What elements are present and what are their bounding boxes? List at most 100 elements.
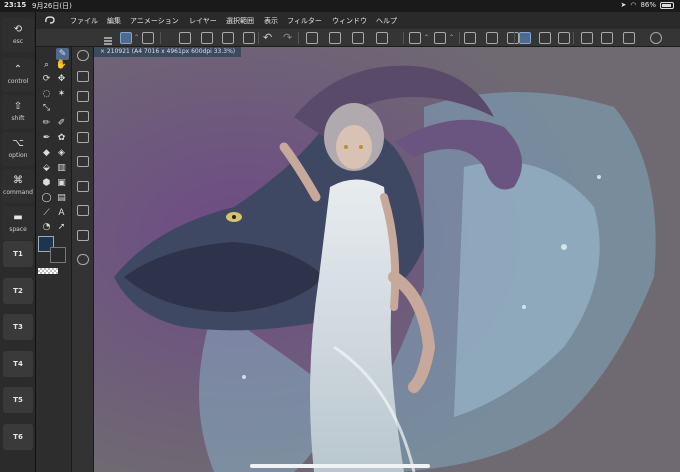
drawing-canvas[interactable] — [94, 47, 680, 472]
layer-property-icon[interactable] — [142, 32, 154, 44]
save-to-cloud-icon[interactable] — [623, 32, 635, 44]
ellipse-tool-icon[interactable]: ◯ — [40, 192, 53, 204]
open-file-icon[interactable] — [201, 32, 213, 44]
option-icon: ⌥ — [12, 138, 24, 149]
decoration-tool-icon[interactable]: ✿ — [55, 132, 68, 144]
airbrush-icon[interactable]: ✒ — [40, 132, 53, 144]
menu-layer[interactable]: レイヤー — [189, 16, 217, 26]
side-command-bar — [72, 47, 94, 472]
tab-key-t2[interactable]: T2 — [3, 278, 33, 304]
command-key[interactable]: ⌘ command — [2, 169, 34, 203]
navigator-icon[interactable] — [77, 50, 89, 61]
stabilizer-icon[interactable] — [519, 32, 531, 44]
option-key[interactable]: ⌥ option — [2, 132, 34, 166]
fill-tool-icon[interactable]: ⬙ — [40, 162, 53, 174]
export-icon[interactable] — [243, 32, 255, 44]
vector-icon[interactable] — [581, 32, 593, 44]
battery-percent: 86% — [640, 1, 656, 9]
shift-icon: ⇧ — [13, 101, 23, 112]
tab-key-t6[interactable]: T6 — [3, 424, 33, 450]
layer-panel-icon[interactable] — [77, 71, 89, 82]
transparent-color-swatch[interactable] — [38, 268, 58, 274]
tab-key-t3[interactable]: T3 — [3, 314, 33, 340]
space-icon: ▬ — [13, 212, 23, 223]
brush-size-icon[interactable] — [486, 32, 498, 44]
color-wheel-icon[interactable] — [77, 132, 89, 143]
save-icon[interactable] — [222, 32, 234, 44]
text-tool-icon[interactable]: A — [55, 207, 68, 219]
space-label: space — [9, 226, 27, 233]
menu-filter[interactable]: フィルター — [287, 16, 322, 26]
lasso-tool-icon[interactable]: ◌ — [40, 88, 53, 100]
menu-file[interactable]: ファイル — [70, 16, 98, 26]
chevron-updown-icon[interactable]: ⌃ — [134, 32, 140, 44]
history-panel-icon[interactable] — [77, 254, 89, 265]
eyedropper-icon[interactable]: ⤡ — [40, 102, 53, 114]
menu-animation[interactable]: アニメーション — [130, 16, 179, 26]
new-layer-icon[interactable] — [120, 32, 132, 44]
ruler-icon[interactable] — [409, 32, 421, 44]
menu-view[interactable]: 表示 — [264, 16, 278, 26]
balloon-tool-icon[interactable]: ◔ — [40, 221, 53, 233]
blend-tool-icon[interactable]: ◈ — [55, 147, 68, 159]
correction-tool-icon[interactable]: ➚ — [55, 221, 68, 233]
control-key[interactable]: ⌃ control — [2, 58, 34, 92]
sub-tool-panel-icon[interactable] — [77, 156, 89, 167]
snap-icon[interactable] — [434, 32, 446, 44]
eraser-tool-icon[interactable]: ◆ — [40, 147, 53, 159]
layer-property-panel-icon[interactable] — [77, 91, 89, 102]
brush-panel-icon[interactable] — [77, 111, 89, 122]
command-toolbar: ⌃ ↶ ↷ ⌃ ⌃ — [36, 29, 680, 47]
chevron-updown-icon[interactable]: ⌃ — [424, 32, 430, 44]
canvas-tab[interactable]: × 210921 (A4 7016 x 4961px 600dpi 33.3%) — [94, 47, 242, 57]
hand-tool-icon[interactable]: ✋ — [55, 59, 68, 71]
figure-tool-icon[interactable]: ▣ — [55, 177, 68, 189]
bucket-tool-icon[interactable]: ⬢ — [40, 177, 53, 189]
menu-window[interactable]: ウィンドウ — [332, 16, 367, 26]
rotate-tool-icon[interactable]: ⟳ — [40, 73, 53, 85]
help-icon[interactable] — [650, 32, 662, 44]
magic-wand-icon[interactable]: ✶ — [55, 88, 68, 100]
pen-pressure-icon[interactable] — [507, 32, 519, 44]
tab-key-t1[interactable]: T1 — [3, 241, 33, 267]
new-file-icon[interactable] — [179, 32, 191, 44]
sub-color-swatch[interactable] — [50, 247, 66, 263]
undo-icon[interactable]: ↶ — [263, 32, 275, 44]
menu-edit[interactable]: 編集 — [107, 16, 121, 26]
esc-key[interactable]: ⟲ esc — [2, 18, 34, 52]
tab-key-t4[interactable]: T4 — [3, 351, 33, 377]
transform-icon[interactable] — [306, 32, 318, 44]
gradient-tool-icon[interactable]: ▥ — [55, 162, 68, 174]
wifi-icon: ◠ — [630, 1, 637, 9]
reference-icon[interactable] — [464, 32, 476, 44]
pencil-tool-icon[interactable]: ✏ — [40, 117, 53, 129]
brush-tool-icon[interactable]: ✐ — [55, 117, 68, 129]
tool-property-icon[interactable] — [77, 181, 89, 192]
shift-key[interactable]: ⇧ shift — [2, 95, 34, 129]
fill-icon[interactable] — [352, 32, 364, 44]
ruler-tool-icon[interactable]: ⟋ — [40, 207, 53, 219]
tab-key-t5[interactable]: T5 — [3, 387, 33, 413]
ios-status-bar: 23:15 9月26日(日) ➤ ◠ 86% — [0, 0, 680, 12]
frame-tool-icon[interactable]: ▤ — [55, 192, 68, 204]
layer-mode-icon[interactable] — [601, 32, 613, 44]
zoom-tool-icon[interactable]: ⌕ — [40, 59, 53, 71]
redo-icon[interactable]: ↷ — [283, 32, 295, 44]
color-mix-icon[interactable] — [558, 32, 570, 44]
crop-icon[interactable] — [376, 32, 388, 44]
menu-help[interactable]: ヘルプ — [376, 16, 397, 26]
chevron-updown-icon[interactable]: ⌃ — [449, 32, 455, 44]
3d-panel-icon[interactable] — [77, 230, 89, 241]
esc-label: esc — [12, 38, 24, 45]
material-panel-icon[interactable] — [77, 205, 89, 216]
home-indicator[interactable] — [250, 464, 430, 468]
menu-selection[interactable]: 選択範囲 — [226, 16, 254, 26]
hamburger-menu-icon[interactable] — [102, 32, 114, 45]
move-tool-icon[interactable]: ✥ — [55, 73, 68, 85]
space-key[interactable]: ▬ space — [2, 206, 34, 240]
control-icon: ⌃ — [13, 64, 23, 75]
status-time: 23:15 — [4, 1, 27, 9]
clip-studio-logo-icon[interactable] — [44, 15, 56, 26]
eraser-icon[interactable] — [539, 32, 551, 44]
selection-icon[interactable] — [329, 32, 341, 44]
